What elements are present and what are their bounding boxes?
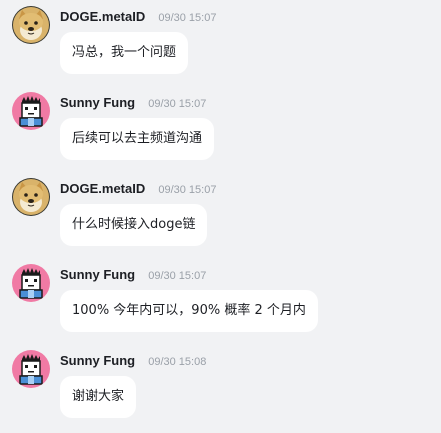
message-timestamp: 09/30 15:07 xyxy=(148,270,207,282)
message-bubble[interactable]: 100% 今年内可以，90% 概率 2 个月内 xyxy=(60,290,318,332)
pixel-character-avatar[interactable] xyxy=(12,264,50,302)
message-bubble[interactable]: 冯总，我一个问题 xyxy=(60,32,189,74)
message-header: Sunny Fung 09/30 15:08 xyxy=(60,352,206,370)
message-timestamp: 09/30 15:08 xyxy=(148,356,207,368)
message-timestamp: 09/30 15:07 xyxy=(148,98,207,110)
message-timestamp: 09/30 15:07 xyxy=(158,12,217,24)
message-header: Sunny Fung 09/30 15:07 xyxy=(60,266,206,284)
author-name[interactable]: DOGE.metaID xyxy=(60,9,145,24)
author-name[interactable]: Sunny Fung xyxy=(60,353,135,368)
message-header: DOGE.metaID 09/30 15:07 xyxy=(60,180,216,198)
message-bubble[interactable]: 后续可以去主频道沟通 xyxy=(60,118,215,160)
message-header: DOGE.metaID 09/30 15:07 xyxy=(60,8,216,26)
author-name[interactable]: DOGE.metaID xyxy=(60,181,145,196)
pixel-character-avatar[interactable] xyxy=(12,350,50,388)
message-bubble[interactable]: 谢谢大家 xyxy=(60,376,137,418)
chat-message-list: DOGE.metaID 09/30 15:07 冯总，我一个问题 Sunny F… xyxy=(0,0,441,433)
message-timestamp: 09/30 15:07 xyxy=(158,184,217,196)
message-bubble[interactable]: 什么时候接入doge链 xyxy=(60,204,208,246)
doge-avatar[interactable] xyxy=(12,6,50,44)
doge-avatar[interactable] xyxy=(12,178,50,216)
author-name[interactable]: Sunny Fung xyxy=(60,95,135,110)
pixel-character-avatar[interactable] xyxy=(12,92,50,130)
author-name[interactable]: Sunny Fung xyxy=(60,267,135,282)
message-header: Sunny Fung 09/30 15:07 xyxy=(60,94,206,112)
